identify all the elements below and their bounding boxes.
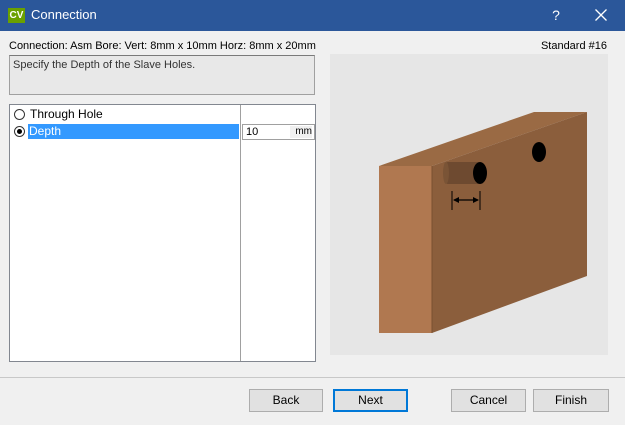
hole-opening: [473, 162, 487, 184]
option-through-hole[interactable]: Through Hole: [10, 106, 240, 123]
instructions-box: Specify the Depth of the Slave Holes.: [9, 55, 315, 95]
second-hole: [532, 142, 546, 162]
cancel-button[interactable]: Cancel: [451, 389, 526, 412]
app-icon: CV: [8, 8, 25, 23]
hole-cylinder-end: [443, 162, 449, 184]
board-front-face: [379, 166, 432, 333]
through-hole-label[interactable]: Through Hole: [29, 107, 104, 122]
column-divider: [240, 105, 241, 361]
standard-label: Standard #16: [540, 40, 607, 52]
title-bar: CV Connection ?: [0, 0, 625, 31]
option-depth[interactable]: Depth: [10, 123, 240, 140]
help-button[interactable]: ?: [537, 0, 575, 31]
window-title: Connection: [31, 7, 97, 22]
through-hole-radio[interactable]: [14, 109, 25, 120]
back-button[interactable]: Back: [249, 389, 323, 412]
board-illustration: [379, 112, 587, 333]
options-list: Through Hole Depth 10 mm: [9, 104, 316, 362]
close-button[interactable]: [582, 0, 620, 31]
finish-button[interactable]: Finish: [533, 389, 609, 412]
depth-unit: mm: [290, 126, 312, 138]
next-button[interactable]: Next: [333, 389, 408, 412]
depth-value-input[interactable]: 10 mm: [242, 124, 315, 140]
depth-value[interactable]: 10: [246, 125, 258, 139]
depth-label[interactable]: Depth: [28, 124, 239, 139]
close-icon: [595, 9, 607, 21]
footer-divider: [0, 377, 625, 378]
preview-image: [330, 54, 608, 355]
connection-info: Connection: Asm Bore: Vert: 8mm x 10mm H…: [9, 40, 316, 52]
depth-radio[interactable]: [14, 126, 25, 137]
